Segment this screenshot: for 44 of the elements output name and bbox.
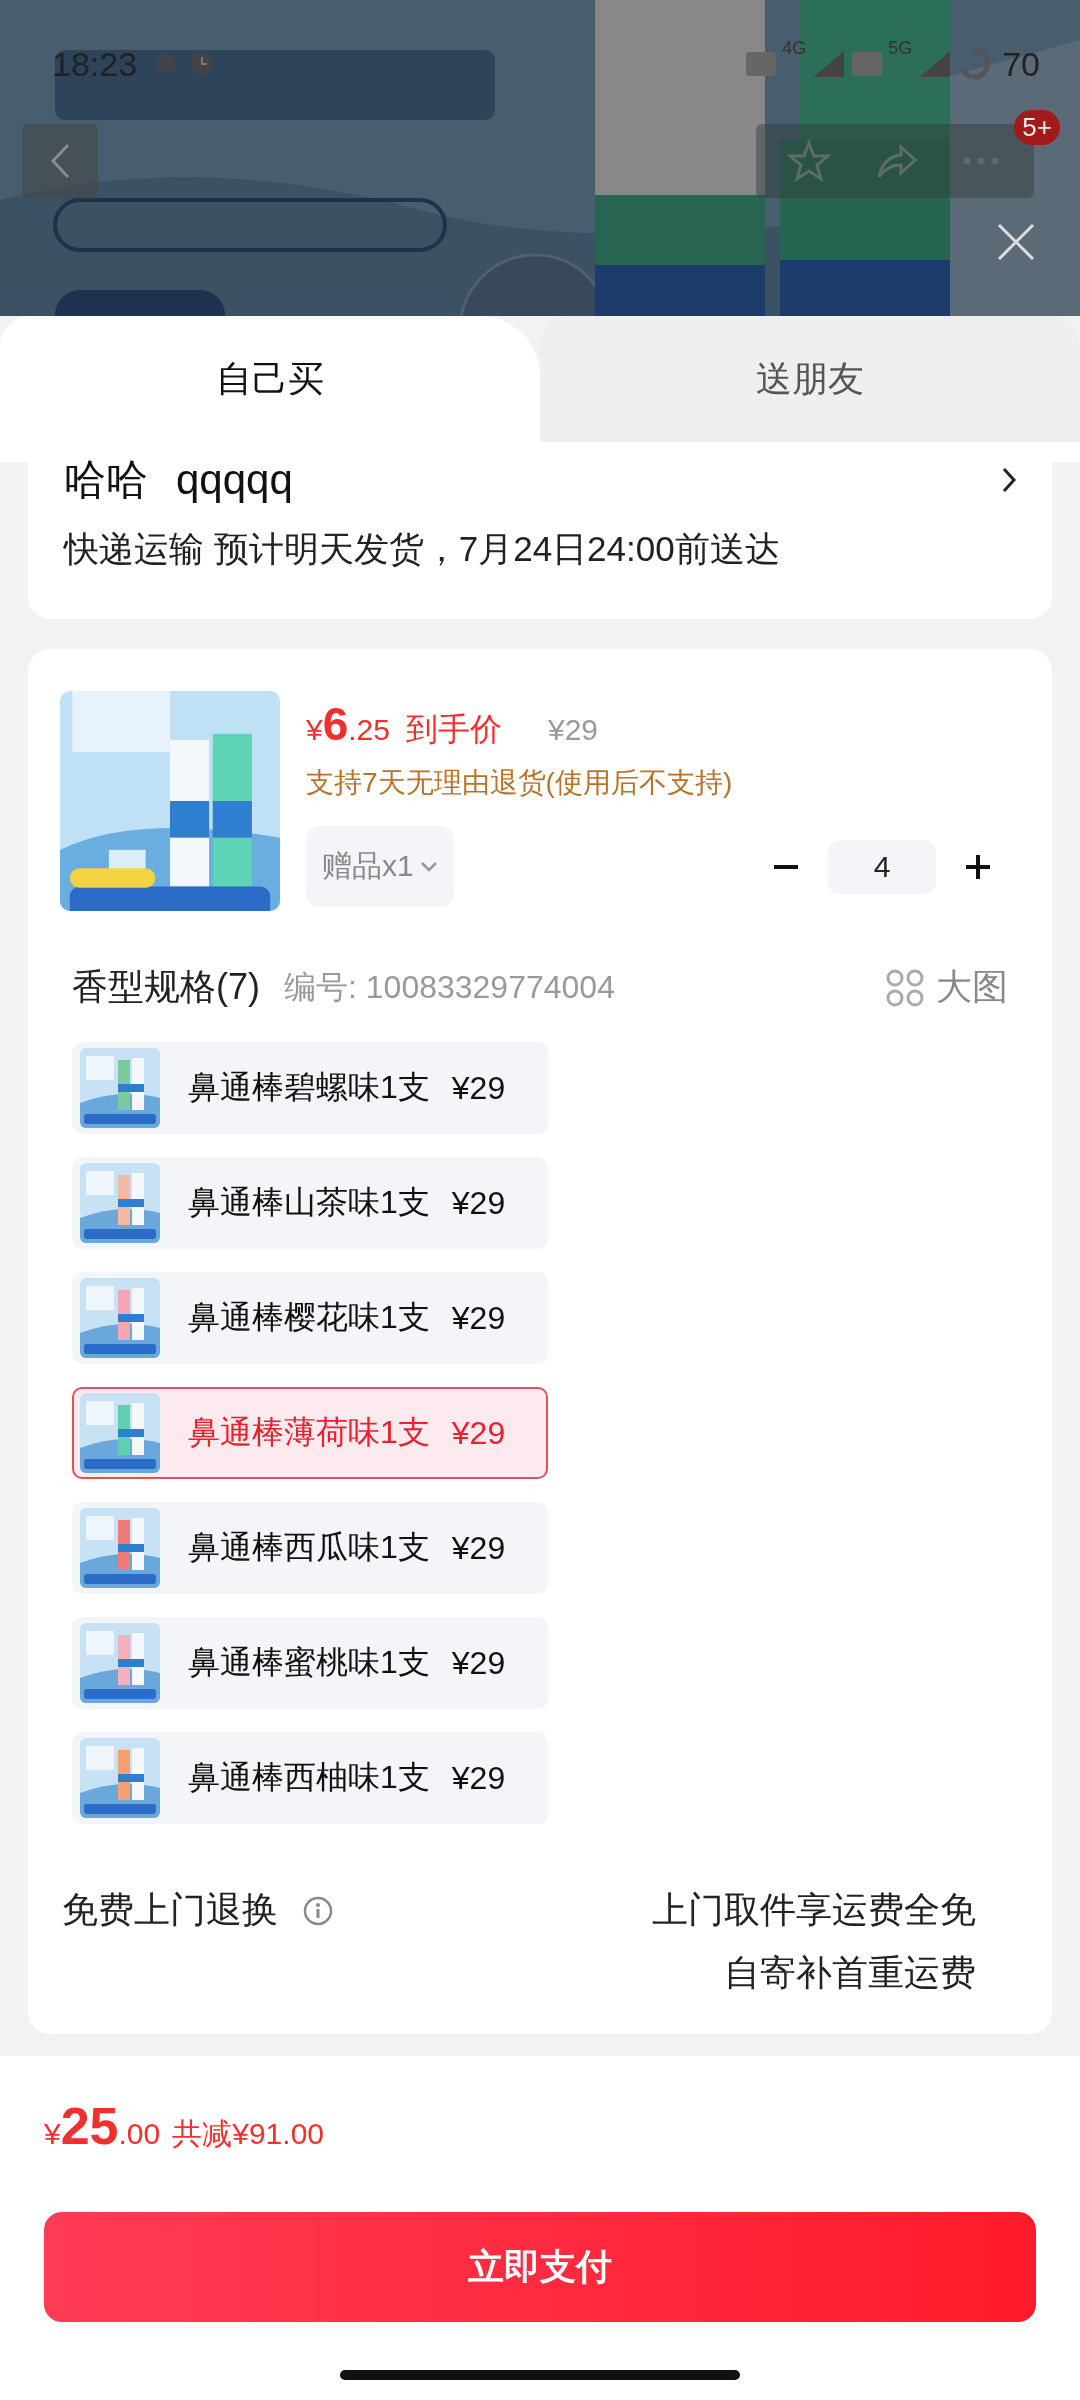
service-title: 免费上门退换 bbox=[62, 1888, 278, 1932]
network-label: 4G bbox=[782, 38, 807, 59]
original-price: ¥29 bbox=[548, 713, 599, 747]
final-price: ¥6.25 bbox=[306, 697, 390, 751]
variant-option[interactable]: 鼻通棒碧螺味1支 ¥29 bbox=[72, 1042, 548, 1134]
variant-option[interactable]: 鼻通棒蜜桃味1支 ¥29 bbox=[72, 1617, 548, 1709]
delivery-info: 快递运输 预计明天发货，7月24日24:00前送达 bbox=[64, 528, 781, 570]
network-label: 5G bbox=[888, 38, 913, 59]
service-detail: 上门取件享运费全免 bbox=[652, 1888, 976, 1932]
total-price: ¥25.00 bbox=[44, 2096, 161, 2156]
variant-option[interactable]: 鼻通棒西柚味1支 ¥29 bbox=[72, 1732, 548, 1824]
close-icon bbox=[996, 222, 1036, 262]
signal-icon bbox=[812, 49, 847, 79]
hd-icon bbox=[746, 52, 777, 76]
status-time: 18:23 bbox=[52, 44, 138, 84]
variant-option[interactable]: 鼻通棒西瓜味1支 ¥29 bbox=[72, 1502, 548, 1594]
variant-option[interactable]: 鼻通棒山茶味1支 ¥29 bbox=[72, 1157, 548, 1249]
quantity-field[interactable]: 4 bbox=[828, 839, 936, 894]
variant-option[interactable]: 鼻通棒薄荷味1支 ¥29 bbox=[72, 1387, 548, 1479]
spec-title: 香型规格(7) bbox=[72, 965, 260, 1009]
battery-level: 70 bbox=[1002, 44, 1040, 84]
back-button[interactable] bbox=[22, 124, 98, 198]
tab[interactable]: 自己买 bbox=[0, 316, 540, 442]
recipient-name: 哈哈 bbox=[64, 455, 148, 505]
hd-icon bbox=[852, 52, 883, 76]
chevron-down-icon bbox=[419, 860, 438, 873]
battery-icon bbox=[958, 48, 991, 80]
large-image-toggle[interactable]: 大图 bbox=[886, 963, 1008, 1012]
pay-button[interactable]: 立即支付 bbox=[44, 2212, 1036, 2322]
chevron-left-icon bbox=[48, 141, 72, 181]
sku-number: 编号: 10083329774004 bbox=[284, 967, 615, 1007]
return-policy: 支持7天无理由退货(使用后不支持) bbox=[306, 766, 734, 800]
grid-icon bbox=[886, 968, 924, 1007]
minus-icon bbox=[772, 864, 800, 869]
discount-amount: 共减¥91.00 bbox=[172, 2116, 324, 2152]
plus-icon bbox=[964, 852, 992, 881]
signal-icon bbox=[918, 49, 953, 79]
price-label: 到手价 bbox=[406, 710, 502, 749]
service-detail: 自寄补首重运费 bbox=[724, 1951, 976, 1995]
variant-option[interactable]: 鼻通棒樱花味1支 ¥29 bbox=[72, 1272, 548, 1364]
info-icon[interactable] bbox=[302, 1894, 334, 1927]
chevron-right-icon bbox=[1002, 467, 1016, 493]
close-button[interactable] bbox=[996, 222, 1036, 262]
recipient-phone: qqqqq bbox=[176, 456, 293, 504]
